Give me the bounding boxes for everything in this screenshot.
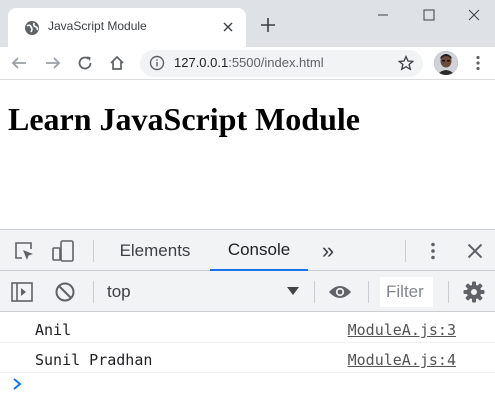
url-path: :5500/index.html (228, 55, 324, 70)
bookmark-star-icon[interactable] (398, 55, 414, 71)
site-info-icon[interactable] (149, 55, 165, 71)
log-source-link[interactable]: ModuleA.js:3 (348, 321, 456, 339)
log-source-link[interactable]: ModuleA.js:4 (348, 351, 456, 369)
console-prompt-chevron-icon[interactable] (10, 377, 24, 391)
close-devtools-icon[interactable] (463, 239, 487, 263)
console-settings-gear-icon[interactable] (462, 280, 486, 304)
devtools-menu-icon[interactable] (421, 239, 445, 263)
tab-console[interactable]: Console (210, 230, 308, 271)
toolbar-divider (93, 240, 94, 262)
log-message: Anil (35, 321, 72, 339)
console-toolbar: top (0, 271, 495, 312)
console-log-row: Sunil Pradhan ModuleA.js:4 (0, 344, 495, 373)
browser-tab-strip: JavaScript Module (0, 0, 495, 47)
toolbar-divider (405, 240, 406, 262)
profile-avatar[interactable] (434, 51, 458, 75)
forward-arrow-icon[interactable] (41, 51, 65, 75)
devtools-panel: Elements Console » top Filter Anil Modul… (0, 229, 495, 413)
close-tab-icon[interactable] (219, 18, 237, 36)
page-viewport: Learn JavaScript Module (0, 81, 495, 229)
tab-title: JavaScript Module (48, 19, 147, 33)
maximize-window-icon[interactable] (406, 0, 452, 30)
devtools-tab-bar: Elements Console » (0, 230, 495, 271)
chevron-down-icon (287, 287, 299, 295)
inspect-element-icon[interactable] (12, 239, 36, 263)
url-text: 127.0.0.1:5500/index.html (174, 55, 324, 70)
globe-icon (25, 21, 39, 35)
toolbar-divider (314, 281, 315, 303)
url-host: 127.0.0.1 (174, 55, 229, 70)
execution-context-select[interactable]: top (99, 279, 305, 305)
console-filter-input[interactable] (380, 277, 433, 307)
tab-elements[interactable]: Elements (106, 230, 204, 271)
browser-tab[interactable]: JavaScript Module (8, 8, 246, 47)
close-window-icon[interactable] (451, 0, 495, 30)
page-heading: Learn JavaScript Module (8, 101, 360, 137)
browser-toolbar: 127.0.0.1:5500/index.html (0, 47, 495, 80)
more-tabs-button[interactable]: » (314, 230, 342, 271)
toolbar-divider (368, 281, 369, 303)
show-sidebar-icon[interactable] (10, 280, 34, 304)
clear-console-icon[interactable] (53, 280, 77, 304)
console-log-row: Anil ModuleA.js:3 (0, 314, 495, 343)
execution-context-value: top (107, 282, 131, 301)
toolbar-divider (93, 281, 94, 303)
toolbar-divider (448, 281, 449, 303)
device-toolbar-icon[interactable] (51, 239, 75, 263)
address-bar[interactable]: 127.0.0.1:5500/index.html (140, 50, 423, 77)
back-arrow-icon[interactable] (7, 51, 31, 75)
home-icon[interactable] (105, 51, 129, 75)
chrome-menu-icon[interactable] (466, 51, 490, 75)
live-expression-eye-icon[interactable] (328, 280, 352, 304)
console-output: Anil ModuleA.js:3 Sunil Pradhan ModuleA.… (0, 312, 495, 413)
new-tab-icon[interactable] (257, 14, 279, 36)
reload-icon[interactable] (73, 51, 97, 75)
minimize-window-icon[interactable] (360, 0, 406, 30)
log-message: Sunil Pradhan (35, 351, 153, 369)
